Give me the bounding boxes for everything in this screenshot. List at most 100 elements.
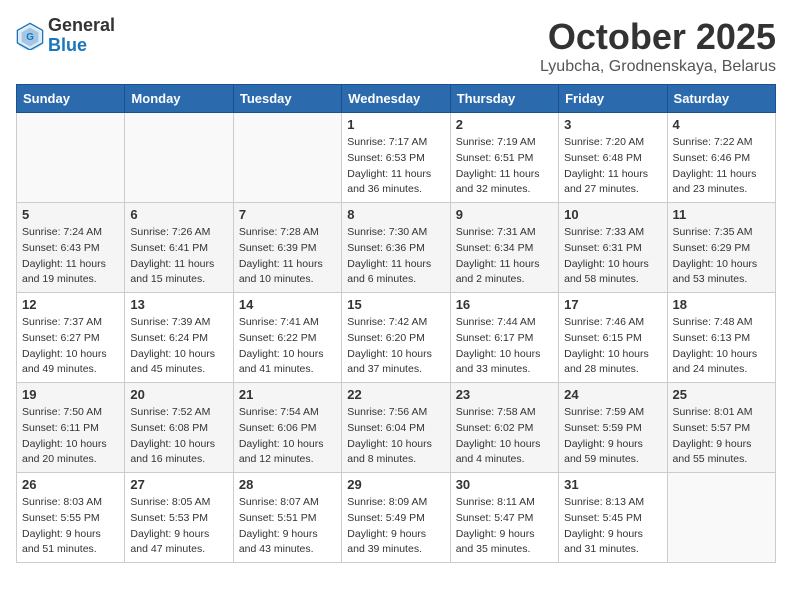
page-header: G General Blue October 2025 Lyubcha, Gro…: [16, 16, 776, 76]
day-info: Sunrise: 8:07 AMSunset: 5:51 PMDaylight:…: [239, 495, 336, 558]
day-info: Sunrise: 7:20 AMSunset: 6:48 PMDaylight:…: [564, 135, 661, 198]
calendar-cell: 29 Sunrise: 8:09 AMSunset: 5:49 PMDayligh…: [342, 473, 450, 563]
day-number: 5: [22, 207, 119, 222]
calendar-cell: 21 Sunrise: 7:54 AMSunset: 6:06 PMDayligh…: [233, 383, 341, 473]
day-number: 11: [673, 207, 770, 222]
day-number: 31: [564, 477, 661, 492]
day-info: Sunrise: 7:56 AMSunset: 6:04 PMDaylight:…: [347, 405, 444, 468]
day-number: 7: [239, 207, 336, 222]
calendar-cell: 25Sunrise: 8:01 AMSunset: 5:57 PMDayligh…: [667, 383, 775, 473]
col-header-thursday: Thursday: [450, 85, 558, 113]
calendar-cell: 9Sunrise: 7:31 AMSunset: 6:34 PMDaylight…: [450, 203, 558, 293]
day-info: Sunrise: 7:54 AMSunset: 6:06 PMDaylight:…: [239, 405, 336, 468]
location-subtitle: Lyubcha, Grodnenskaya, Belarus: [540, 58, 776, 76]
calendar-week-4: 19 Sunrise: 7:50 AMSunset: 6:11 PMDayligh…: [17, 383, 776, 473]
calendar-cell: 15Sunrise: 7:42 AMSunset: 6:20 PMDayligh…: [342, 293, 450, 383]
calendar-cell: 24 Sunrise: 7:59 AMSunset: 5:59 PMDayligh…: [559, 383, 667, 473]
day-number: 12: [22, 297, 119, 312]
calendar-cell: 14Sunrise: 7:41 AMSunset: 6:22 PMDayligh…: [233, 293, 341, 383]
day-info: Sunrise: 7:39 AMSunset: 6:24 PMDaylight:…: [130, 315, 227, 378]
day-number: 1: [347, 117, 444, 132]
day-info: Sunrise: 7:26 AMSunset: 6:41 PMDaylight:…: [130, 225, 227, 288]
logo-icon: G: [16, 22, 44, 50]
day-number: 26: [22, 477, 119, 492]
day-number: 29: [347, 477, 444, 492]
calendar-cell: 1 Sunrise: 7:17 AMSunset: 6:53 PMDaylight…: [342, 113, 450, 203]
calendar-cell: 27 Sunrise: 8:05 AMSunset: 5:53 PMDayligh…: [125, 473, 233, 563]
calendar-cell: 16Sunrise: 7:44 AMSunset: 6:17 PMDayligh…: [450, 293, 558, 383]
calendar-cell: 3Sunrise: 7:20 AMSunset: 6:48 PMDaylight…: [559, 113, 667, 203]
day-number: 14: [239, 297, 336, 312]
day-number: 27: [130, 477, 227, 492]
day-number: 13: [130, 297, 227, 312]
calendar-cell: 6Sunrise: 7:26 AMSunset: 6:41 PMDaylight…: [125, 203, 233, 293]
calendar-cell: [667, 473, 775, 563]
calendar-body: 1 Sunrise: 7:17 AMSunset: 6:53 PMDaylight…: [17, 113, 776, 563]
day-number: 22: [347, 387, 444, 402]
day-number: 2: [456, 117, 553, 132]
day-number: 10: [564, 207, 661, 222]
calendar-cell: 18 Sunrise: 7:48 AMSunset: 6:13 PMDayligh…: [667, 293, 775, 383]
col-header-wednesday: Wednesday: [342, 85, 450, 113]
day-info: Sunrise: 7:50 AMSunset: 6:11 PMDaylight:…: [22, 405, 119, 468]
day-info: Sunrise: 7:58 AMSunset: 6:02 PMDaylight:…: [456, 405, 553, 468]
calendar-table: SundayMondayTuesdayWednesdayThursdayFrid…: [16, 84, 776, 563]
title-block: October 2025 Lyubcha, Grodnenskaya, Bela…: [540, 16, 776, 76]
calendar-cell: 11 Sunrise: 7:35 AMSunset: 6:29 PMDayligh…: [667, 203, 775, 293]
day-info: Sunrise: 7:19 AMSunset: 6:51 PMDaylight:…: [456, 135, 553, 198]
calendar-week-1: 1 Sunrise: 7:17 AMSunset: 6:53 PMDaylight…: [17, 113, 776, 203]
day-info: Sunrise: 7:33 AMSunset: 6:31 PMDaylight:…: [564, 225, 661, 288]
calendar-cell: 19 Sunrise: 7:50 AMSunset: 6:11 PMDayligh…: [17, 383, 125, 473]
month-title: October 2025: [540, 16, 776, 58]
logo: G General Blue: [16, 16, 115, 56]
day-number: 17: [564, 297, 661, 312]
calendar-cell: 2 Sunrise: 7:19 AMSunset: 6:51 PMDaylight…: [450, 113, 558, 203]
day-number: 24: [564, 387, 661, 402]
day-info: Sunrise: 7:17 AMSunset: 6:53 PMDaylight:…: [347, 135, 444, 198]
col-header-tuesday: Tuesday: [233, 85, 341, 113]
day-number: 16: [456, 297, 553, 312]
day-info: Sunrise: 7:35 AMSunset: 6:29 PMDaylight:…: [673, 225, 770, 288]
calendar-cell: 7 Sunrise: 7:28 AMSunset: 6:39 PMDaylight…: [233, 203, 341, 293]
day-info: Sunrise: 7:52 AMSunset: 6:08 PMDaylight:…: [130, 405, 227, 468]
day-number: 20: [130, 387, 227, 402]
day-number: 30: [456, 477, 553, 492]
day-info: Sunrise: 8:05 AMSunset: 5:53 PMDaylight:…: [130, 495, 227, 558]
header-row: SundayMondayTuesdayWednesdayThursdayFrid…: [17, 85, 776, 113]
calendar-cell: 26Sunrise: 8:03 AMSunset: 5:55 PMDayligh…: [17, 473, 125, 563]
day-number: 18: [673, 297, 770, 312]
day-info: Sunrise: 7:48 AMSunset: 6:13 PMDaylight:…: [673, 315, 770, 378]
calendar-cell: 30 Sunrise: 8:11 AMSunset: 5:47 PMDayligh…: [450, 473, 558, 563]
calendar-cell: 23 Sunrise: 7:58 AMSunset: 6:02 PMDayligh…: [450, 383, 558, 473]
calendar-cell: 28 Sunrise: 8:07 AMSunset: 5:51 PMDayligh…: [233, 473, 341, 563]
day-info: Sunrise: 8:11 AMSunset: 5:47 PMDaylight:…: [456, 495, 553, 558]
calendar-week-3: 12 Sunrise: 7:37 AMSunset: 6:27 PMDayligh…: [17, 293, 776, 383]
calendar-cell: [125, 113, 233, 203]
day-number: 4: [673, 117, 770, 132]
day-info: Sunrise: 7:37 AMSunset: 6:27 PMDaylight:…: [22, 315, 119, 378]
day-number: 19: [22, 387, 119, 402]
calendar-week-2: 5 Sunrise: 7:24 AMSunset: 6:43 PMDaylight…: [17, 203, 776, 293]
calendar-cell: 17Sunrise: 7:46 AMSunset: 6:15 PMDayligh…: [559, 293, 667, 383]
calendar-cell: [17, 113, 125, 203]
day-info: Sunrise: 7:24 AMSunset: 6:43 PMDaylight:…: [22, 225, 119, 288]
day-info: Sunrise: 7:31 AMSunset: 6:34 PMDaylight:…: [456, 225, 553, 288]
day-number: 15: [347, 297, 444, 312]
col-header-friday: Friday: [559, 85, 667, 113]
day-info: Sunrise: 7:22 AMSunset: 6:46 PMDaylight:…: [673, 135, 770, 198]
day-number: 21: [239, 387, 336, 402]
logo-text: General Blue: [48, 16, 115, 56]
calendar-cell: 5 Sunrise: 7:24 AMSunset: 6:43 PMDaylight…: [17, 203, 125, 293]
day-number: 8: [347, 207, 444, 222]
calendar-cell: 31Sunrise: 8:13 AMSunset: 5:45 PMDayligh…: [559, 473, 667, 563]
calendar-cell: 20 Sunrise: 7:52 AMSunset: 6:08 PMDayligh…: [125, 383, 233, 473]
calendar-cell: 10 Sunrise: 7:33 AMSunset: 6:31 PMDayligh…: [559, 203, 667, 293]
day-number: 28: [239, 477, 336, 492]
day-info: Sunrise: 8:09 AMSunset: 5:49 PMDaylight:…: [347, 495, 444, 558]
day-info: Sunrise: 7:28 AMSunset: 6:39 PMDaylight:…: [239, 225, 336, 288]
day-info: Sunrise: 7:59 AMSunset: 5:59 PMDaylight:…: [564, 405, 661, 468]
calendar-cell: [233, 113, 341, 203]
day-number: 23: [456, 387, 553, 402]
col-header-saturday: Saturday: [667, 85, 775, 113]
svg-text:G: G: [26, 32, 34, 43]
